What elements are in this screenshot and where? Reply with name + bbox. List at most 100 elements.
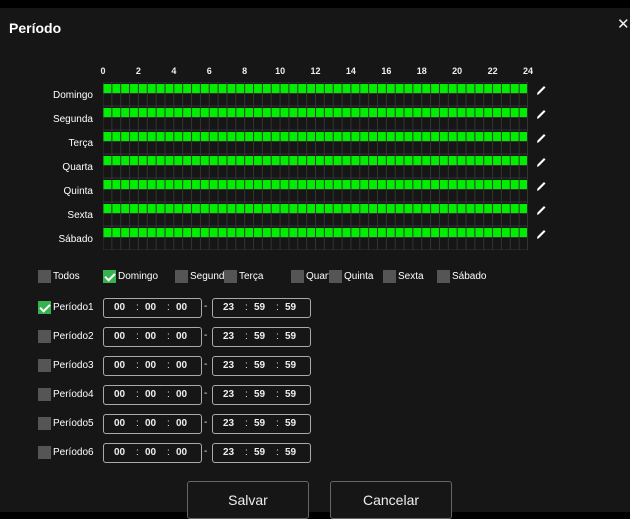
end-time-input[interactable]: 23 59 59:: [212, 356, 311, 376]
end-time-input[interactable]: 23 59 59:: [212, 327, 311, 347]
second-field[interactable]: 59 [285, 447, 296, 458]
minute-field[interactable]: 00 [145, 360, 156, 371]
pencil-icon[interactable] [535, 132, 547, 144]
checkbox[interactable] [38, 301, 51, 314]
hour-label: 4 [171, 66, 177, 76]
minute-field[interactable]: 00 [145, 302, 156, 313]
minute-field[interactable]: 00 [145, 447, 156, 458]
time-separator: : [136, 360, 139, 371]
second-field[interactable]: 59 [285, 360, 296, 371]
period-check[interactable]: Período6 [38, 446, 94, 459]
minute-field[interactable]: 59 [254, 360, 265, 371]
start-time-input[interactable]: 00 00 00:: [103, 356, 202, 376]
time-separator: : [276, 331, 279, 342]
start-time-input[interactable]: 00 00 00:: [103, 414, 202, 434]
second-field[interactable]: 00 [176, 389, 187, 400]
hour-field[interactable]: 00 [114, 447, 125, 458]
start-time-input[interactable]: 00 00 00:: [103, 443, 202, 463]
day-check-terça[interactable]: Terça [224, 270, 263, 283]
pencil-icon[interactable] [535, 84, 547, 96]
start-time-input[interactable]: 00 00 00:: [103, 327, 202, 347]
time-separator: : [167, 331, 170, 342]
checkbox[interactable] [383, 270, 396, 283]
end-time-input[interactable]: 23 59 59:: [212, 385, 311, 405]
end-time-input[interactable]: 23 59 59:: [212, 414, 311, 434]
start-time-input[interactable]: 00 00 00:: [103, 298, 202, 318]
hour-field[interactable]: 23 [223, 389, 234, 400]
pencil-icon[interactable] [535, 204, 547, 216]
hour-label: 20 [452, 66, 463, 76]
second-field[interactable]: 59 [285, 302, 296, 313]
checkbox[interactable] [38, 270, 51, 283]
hour-field[interactable]: 00 [114, 418, 125, 429]
minute-field[interactable]: 00 [145, 331, 156, 342]
period-check[interactable]: Período1 [38, 301, 94, 314]
start-time-input[interactable]: 00 00 00:: [103, 385, 202, 405]
checkbox[interactable] [329, 270, 342, 283]
save-button[interactable]: Salvar [187, 481, 309, 519]
hour-field[interactable]: 23 [223, 360, 234, 371]
second-field[interactable]: 59 [285, 389, 296, 400]
pencil-icon[interactable] [535, 228, 547, 240]
pencil-icon[interactable] [535, 156, 547, 168]
hour-label: 2 [135, 66, 141, 76]
period-check[interactable]: Período5 [38, 417, 94, 430]
schedule-grid[interactable] [103, 82, 528, 250]
period-label: Período4 [53, 389, 94, 400]
range-dash: - [204, 417, 208, 428]
period-check[interactable]: Período2 [38, 330, 94, 343]
close-icon[interactable]: ✕ [617, 15, 630, 33]
checkbox[interactable] [291, 270, 304, 283]
day-check-domingo[interactable]: Domingo [103, 270, 158, 283]
minute-field[interactable]: 00 [145, 389, 156, 400]
hour-field[interactable]: 00 [114, 302, 125, 313]
second-field[interactable]: 00 [176, 447, 187, 458]
minute-field[interactable]: 59 [254, 418, 265, 429]
hour-field[interactable]: 23 [223, 331, 234, 342]
checkbox[interactable] [38, 359, 51, 372]
range-dash: - [204, 446, 208, 457]
period-check[interactable]: Período3 [38, 359, 94, 372]
second-field[interactable]: 00 [176, 331, 187, 342]
minute-field[interactable]: 59 [254, 389, 265, 400]
day-check-sexta[interactable]: Sexta [383, 270, 424, 283]
pencil-icon[interactable] [535, 180, 547, 192]
checkbox[interactable] [38, 417, 51, 430]
day-check-todos[interactable]: Todos [38, 270, 80, 283]
second-field[interactable]: 59 [285, 331, 296, 342]
checkbox[interactable] [175, 270, 188, 283]
day-label-terça: Terça [68, 138, 93, 149]
hour-field[interactable]: 00 [114, 389, 125, 400]
hour-field[interactable]: 23 [223, 302, 234, 313]
day-check-quinta[interactable]: Quinta [329, 270, 373, 283]
checkbox[interactable] [224, 270, 237, 283]
period-row: Período6 00 00 00:: - 23 59 59:: [38, 443, 338, 463]
minute-field[interactable]: 59 [254, 447, 265, 458]
end-time-input[interactable]: 23 59 59:: [212, 443, 311, 463]
second-field[interactable]: 59 [285, 418, 296, 429]
time-separator: : [245, 418, 248, 429]
time-separator: : [276, 447, 279, 458]
minute-field[interactable]: 00 [145, 418, 156, 429]
end-time-input[interactable]: 23 59 59:: [212, 298, 311, 318]
checkbox[interactable] [103, 270, 116, 283]
period-check[interactable]: Período4 [38, 388, 94, 401]
hour-field[interactable]: 00 [114, 331, 125, 342]
minute-field[interactable]: 59 [254, 331, 265, 342]
second-field[interactable]: 00 [176, 360, 187, 371]
checkbox[interactable] [38, 446, 51, 459]
minute-field[interactable]: 59 [254, 302, 265, 313]
hour-field[interactable]: 23 [223, 418, 234, 429]
second-field[interactable]: 00 [176, 302, 187, 313]
day-check-sábado[interactable]: Sábado [437, 270, 486, 283]
hour-field[interactable]: 23 [223, 447, 234, 458]
day-check-segunda[interactable]: Segunda [175, 270, 230, 283]
pencil-icon[interactable] [535, 108, 547, 120]
hour-label: 6 [206, 66, 212, 76]
checkbox[interactable] [38, 388, 51, 401]
second-field[interactable]: 00 [176, 418, 187, 429]
hour-field[interactable]: 00 [114, 360, 125, 371]
checkbox[interactable] [38, 330, 51, 343]
checkbox[interactable] [437, 270, 450, 283]
cancel-button[interactable]: Cancelar [330, 481, 452, 519]
